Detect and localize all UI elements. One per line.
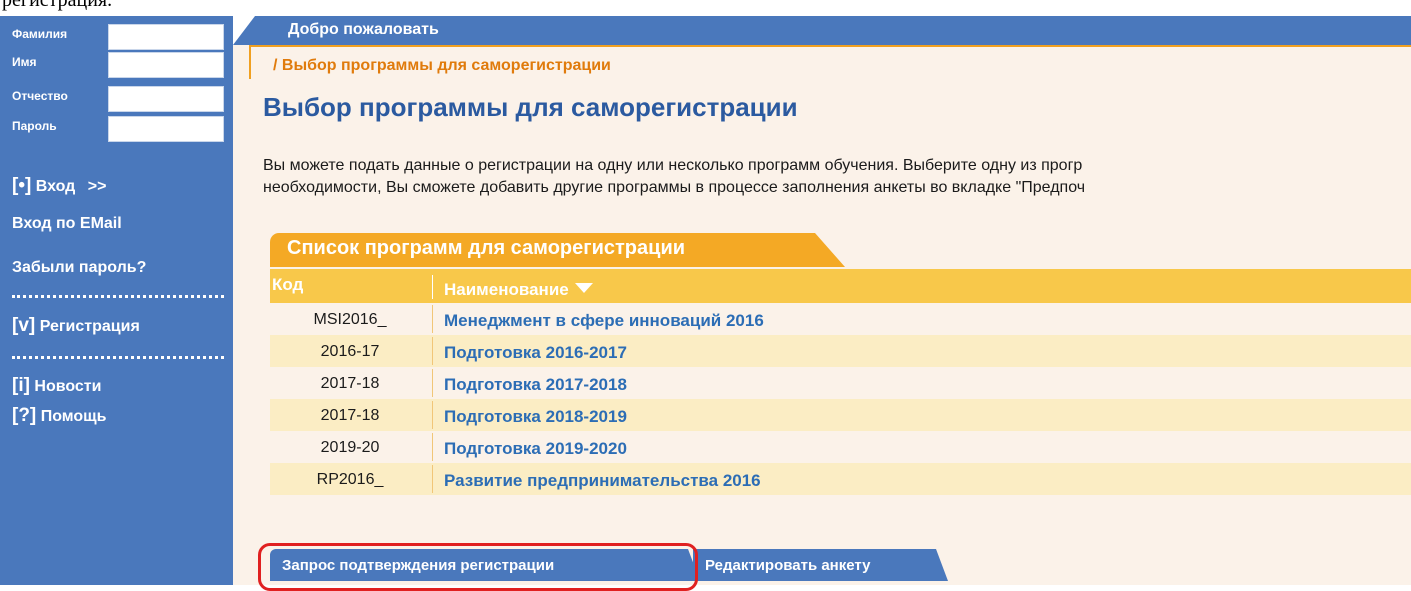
main-content: Добро пожаловать / Выбор программы для с…: [233, 16, 1411, 591]
surname-input[interactable]: [108, 24, 224, 50]
program-link[interactable]: Развитие предпринимательства 2016: [444, 471, 761, 491]
patronymic-row: Отчество: [0, 82, 233, 112]
column-separator: [432, 433, 433, 461]
programs-tab: Список программ для саморегистрации: [270, 233, 850, 269]
login-arrow-icon: >>: [87, 178, 107, 195]
column-separator: [432, 305, 433, 333]
help-link[interactable]: [?] Помощь: [12, 405, 107, 427]
program-code: 2016-17: [320, 343, 380, 360]
highlight-box: [258, 543, 698, 591]
column-separator: [432, 401, 433, 429]
register-link[interactable]: [v] Регистрация: [12, 315, 140, 337]
program-link[interactable]: Подготовка 2019-2020: [444, 439, 627, 459]
table-header: Код Наименование: [270, 269, 1411, 303]
top-caption: регистрация.: [2, 0, 113, 11]
program-link[interactable]: Подготовка 2017-2018: [444, 375, 627, 395]
news-bracket-icon: [i]: [12, 375, 30, 396]
password-input[interactable]: [108, 116, 224, 142]
login-bracket-icon: [•]: [12, 175, 32, 196]
column-separator: [432, 369, 433, 397]
name-input[interactable]: [108, 52, 224, 78]
table-row: 2019-20 Подготовка 2019-2020: [270, 431, 1411, 463]
column-name-label: Наименование: [444, 280, 569, 299]
table-row: 2017-18 Подготовка 2017-2018: [270, 367, 1411, 399]
program-code: RP2016_: [316, 471, 384, 488]
top-caption-strip: регистрация.: [0, 0, 1411, 16]
page-title: Выбор программы для саморегистрации: [263, 92, 798, 122]
program-code: 2017-18: [320, 407, 380, 424]
news-link[interactable]: [i] Новости: [12, 375, 101, 397]
table-row: RP2016_ Развитие предпринимательства 201…: [270, 463, 1411, 495]
program-code: MSI2016_: [313, 311, 387, 328]
name-label: Имя: [12, 55, 37, 69]
password-row: Пароль: [0, 112, 233, 142]
sidebar: Фамилия Имя Отчество Пароль [•] Вход >> …: [0, 16, 233, 585]
login-email-link[interactable]: Вход по EMail: [12, 215, 122, 233]
help-label: Помощь: [40, 408, 107, 425]
divider: [12, 295, 224, 298]
intro-line-1: Вы можете подать данные о регистрации на…: [263, 157, 1083, 174]
column-name[interactable]: Наименование: [444, 280, 593, 300]
breadcrumb-line: [249, 45, 1411, 47]
register-bracket-icon: [v]: [12, 315, 36, 336]
divider: [12, 356, 224, 359]
table-row: 2016-17 Подготовка 2016-2017: [270, 335, 1411, 367]
column-separator: [432, 465, 433, 493]
patronymic-input[interactable]: [108, 86, 224, 112]
programs-tab-title: Список программ для саморегистрации: [287, 237, 686, 259]
help-bracket-icon: [?]: [12, 405, 37, 426]
sort-down-icon: [574, 283, 593, 293]
programs-table: Код Наименование MSI2016_ Менеджмент в с…: [270, 269, 1411, 495]
breadcrumb: / Выбор программы для саморегистрации: [273, 57, 611, 74]
password-label: Пароль: [12, 119, 57, 133]
column-separator: [432, 275, 433, 299]
login-label: Вход: [35, 178, 76, 195]
table-row: MSI2016_ Менеджмент в сфере инноваций 20…: [270, 303, 1411, 335]
breadcrumb-edge: [249, 45, 251, 79]
program-link[interactable]: Подготовка 2018-2019: [444, 407, 627, 427]
header-bar: Добро пожаловать: [233, 16, 1411, 45]
header-title: Добро пожаловать: [288, 21, 439, 38]
forgot-password-link[interactable]: Забыли пароль?: [12, 259, 146, 277]
name-row: Имя: [0, 48, 233, 78]
program-link[interactable]: Подготовка 2016-2017: [444, 343, 627, 363]
intro-text: Вы можете подать данные о регистрации на…: [263, 155, 1411, 199]
edit-form-button[interactable]: Редактировать анкету: [693, 549, 948, 581]
patronymic-label: Отчество: [12, 89, 68, 103]
surname-label: Фамилия: [12, 27, 68, 41]
table-row: 2017-18 Подготовка 2018-2019: [270, 399, 1411, 431]
surname-row: Фамилия: [0, 20, 233, 50]
login-link[interactable]: [•] Вход >>: [12, 175, 106, 197]
register-label: Регистрация: [39, 318, 140, 335]
news-label: Новости: [34, 378, 102, 395]
column-code[interactable]: Код: [272, 275, 303, 295]
program-code: 2019-20: [320, 439, 380, 456]
intro-line-2: необходимости, Вы сможете добавить други…: [263, 179, 1086, 196]
header-notch: [233, 16, 255, 45]
program-link[interactable]: Менеджмент в сфере инноваций 2016: [444, 311, 764, 331]
program-code: 2017-18: [320, 375, 380, 392]
column-separator: [432, 337, 433, 365]
edit-form-label: Редактировать анкету: [705, 557, 871, 574]
